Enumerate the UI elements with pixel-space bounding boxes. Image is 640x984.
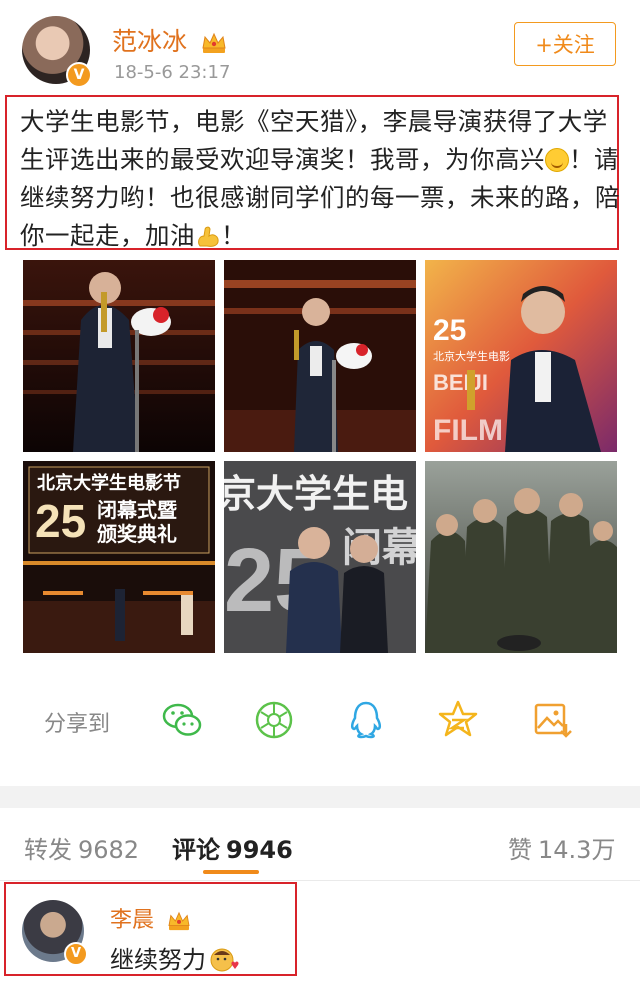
photo-4-image: 北京大学生电影节 25 闭幕式暨 颁奖典礼 xyxy=(23,461,215,653)
post-photo-4[interactable]: 北京大学生电影节 25 闭幕式暨 颁奖典礼 xyxy=(23,461,215,653)
follow-button[interactable]: +关注 xyxy=(514,22,616,66)
commenter-verified-badge-icon: V xyxy=(64,942,88,966)
post-photo-2[interactable] xyxy=(224,260,416,452)
tab-comments-count: 9946 xyxy=(226,836,293,864)
post-text: 大学生电影节，电影《空天猎》，李晨导演获得了大学生评选出来的最受欢迎导演奖！我哥… xyxy=(20,103,620,255)
photo-1-image xyxy=(23,260,215,452)
post-photo-3[interactable]: 25 北京大学生电影 BEIJI FILM xyxy=(425,260,617,452)
tab-repost[interactable]: 转发 9682 xyxy=(24,830,139,865)
svg-text:BEIJI: BEIJI xyxy=(433,370,488,395)
photo-6-image xyxy=(425,461,617,653)
svg-text:北京大学生电影: 北京大学生电影 xyxy=(433,349,510,363)
svg-text:25: 25 xyxy=(433,314,466,347)
comment-text: 继续努力 xyxy=(110,940,240,975)
post-text-part-3: ！ xyxy=(221,221,246,250)
post-photo-6[interactable] xyxy=(425,461,617,653)
svg-text:北京大学生电影节: 北京大学生电影节 xyxy=(37,472,181,494)
moments-icon[interactable] xyxy=(252,698,296,742)
svg-text:京大学生电: 京大学生电 xyxy=(224,472,408,516)
qzone-icon[interactable] xyxy=(436,698,480,742)
post-timestamp: 18-5-6 23:17 xyxy=(114,62,231,83)
post-text-part-1: 大学生电影节，电影《空天猎》，李晨导演获得了大学生评选出来的最受欢迎导演奖！我哥… xyxy=(20,107,608,174)
photo-3-image: 25 北京大学生电影 BEIJI FILM xyxy=(425,260,617,452)
author-name[interactable]: 范冰冰 xyxy=(112,22,227,58)
tab-comments-label: 评论 xyxy=(172,836,220,864)
svg-text:颁奖典礼: 颁奖典礼 xyxy=(97,522,177,546)
kiss-emoji-icon xyxy=(210,948,239,972)
tab-comments[interactable]: 评论 9946 xyxy=(172,830,293,865)
smile-emoji-icon xyxy=(545,148,569,172)
tab-likes-label: 赞 xyxy=(508,836,532,864)
svg-text:闭幕式暨: 闭幕式暨 xyxy=(97,498,177,522)
tab-likes-count: 14.3万 xyxy=(538,836,616,864)
section-divider xyxy=(0,786,640,808)
tab-repost-count: 9682 xyxy=(78,836,140,864)
tab-divider xyxy=(0,880,640,881)
photo-5-image: 京大学生电 25 闭幕 xyxy=(224,461,416,653)
active-tab-indicator xyxy=(203,870,259,874)
crown-icon xyxy=(202,32,226,53)
commenter-name[interactable]: 李晨 xyxy=(110,902,191,934)
commenter-avatar[interactable]: V xyxy=(22,900,88,966)
svg-text:FILM: FILM xyxy=(433,414,503,447)
author-avatar[interactable]: V xyxy=(22,16,92,88)
share-label: 分享到 xyxy=(44,712,111,737)
post-photo-5[interactable]: 京大学生电 25 闭幕 xyxy=(224,461,416,653)
tab-repost-label: 转发 xyxy=(24,836,72,864)
commenter-name-text[interactable]: 李晨 xyxy=(110,908,154,933)
save-image-icon[interactable] xyxy=(530,698,574,742)
author-name-text[interactable]: 范冰冰 xyxy=(112,27,187,56)
svg-text:25: 25 xyxy=(35,495,86,547)
commenter-crown-icon xyxy=(168,911,190,931)
post-photo-1[interactable] xyxy=(23,260,215,452)
photo-2-image xyxy=(224,260,416,452)
comment-text-content: 继续努力 xyxy=(110,946,206,974)
tab-likes[interactable]: 赞 14.3万 xyxy=(508,830,615,865)
qq-icon[interactable] xyxy=(344,698,388,742)
flexed-biceps-emoji-icon xyxy=(198,226,219,247)
wechat-icon[interactable] xyxy=(160,698,204,742)
verified-badge-icon: V xyxy=(66,62,92,88)
